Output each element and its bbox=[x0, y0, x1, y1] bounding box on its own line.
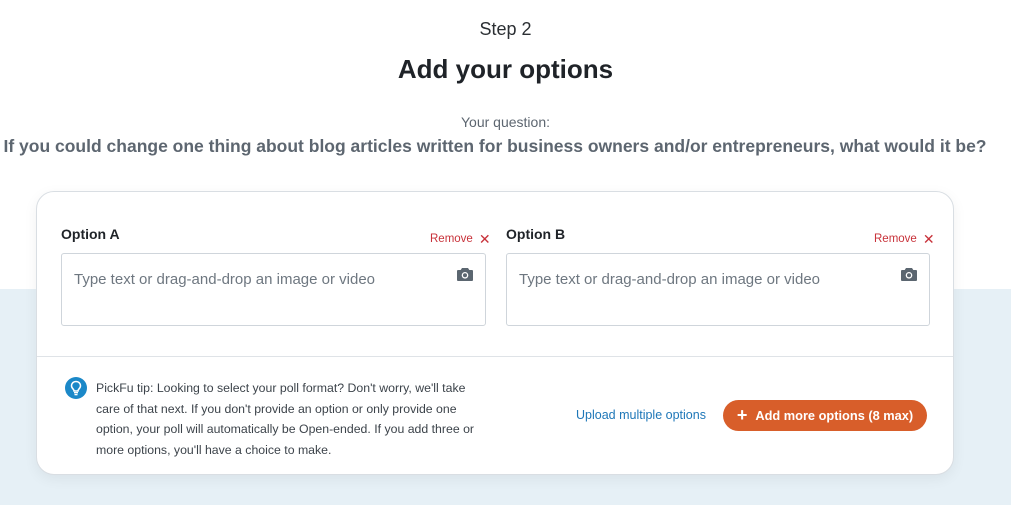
option-a-remove-button[interactable]: Remove ✕ bbox=[430, 232, 491, 246]
option-b-label: Option B bbox=[506, 226, 566, 242]
card-divider bbox=[37, 356, 953, 357]
option-a-placeholder: Type text or drag-and-drop an image or v… bbox=[74, 271, 376, 288]
close-icon: ✕ bbox=[922, 231, 935, 247]
add-more-options-button[interactable]: + Add more options (8 max) bbox=[723, 400, 927, 431]
camera-icon[interactable] bbox=[901, 267, 917, 281]
lightbulb-icon bbox=[65, 377, 87, 399]
tip-text: PickFu tip: Looking to select your poll … bbox=[96, 381, 475, 457]
question-label: Your question: bbox=[461, 114, 550, 130]
upload-multiple-options-link[interactable]: Upload multiple options bbox=[576, 408, 706, 422]
question-text: If you could change one thing about blog… bbox=[3, 136, 987, 156]
option-b-input[interactable]: Type text or drag-and-drop an image or v… bbox=[506, 253, 930, 326]
camera-icon[interactable] bbox=[457, 267, 473, 281]
option-a-input[interactable]: Type text or drag-and-drop an image or v… bbox=[61, 253, 486, 326]
add-more-options-label: Add more options (8 max) bbox=[755, 408, 914, 423]
plus-icon: + bbox=[736, 404, 748, 425]
option-b-remove-button[interactable]: Remove ✕ bbox=[874, 232, 935, 246]
step-indicator: Step 2 bbox=[479, 19, 532, 39]
options-card: Option A Remove ✕ Type text or drag-and-… bbox=[36, 191, 954, 475]
page-title: Add your options bbox=[397, 54, 614, 84]
option-a-label: Option A bbox=[61, 226, 120, 242]
remove-label: Remove bbox=[430, 233, 473, 245]
remove-label: Remove bbox=[874, 233, 917, 245]
close-icon: ✕ bbox=[478, 231, 491, 247]
option-b-placeholder: Type text or drag-and-drop an image or v… bbox=[519, 271, 821, 288]
